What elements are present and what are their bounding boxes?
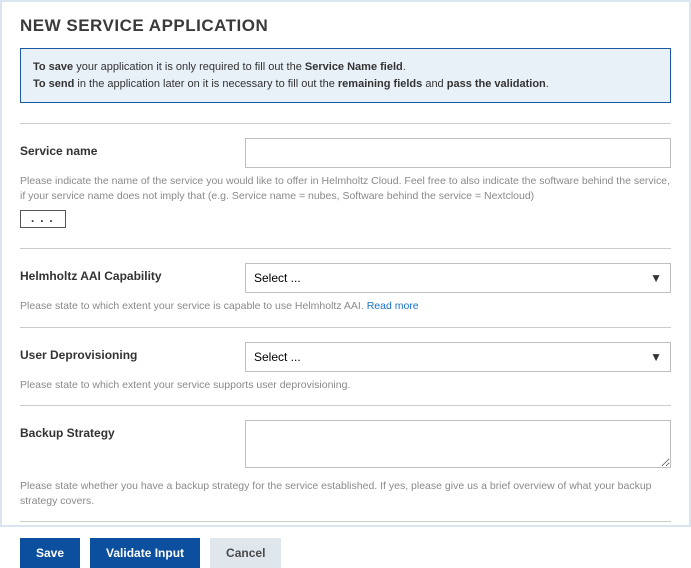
button-row: Save Validate Input Cancel [20, 538, 671, 568]
info-text: your application it is only required to … [73, 61, 305, 73]
info-text: . [546, 78, 549, 90]
section-service-name: Service name Please indicate the name of… [20, 138, 671, 236]
aai-select[interactable]: Select ... ▼ [245, 263, 671, 293]
info-text: . [403, 61, 406, 73]
backup-label: Backup Strategy [20, 420, 245, 440]
info-remaining-bold: remaining fields [338, 78, 422, 90]
divider [20, 521, 671, 522]
info-box: To save your application it is only requ… [20, 48, 671, 103]
info-text: and [422, 78, 446, 90]
aai-read-more-link[interactable]: Read more [367, 300, 419, 312]
chevron-down-icon: ▼ [650, 271, 662, 285]
info-send-bold: To send [33, 78, 74, 90]
chevron-down-icon: ▼ [650, 350, 662, 364]
collapse-toggle[interactable]: ... [20, 210, 66, 228]
info-save-bold: To save [33, 61, 73, 73]
save-button[interactable]: Save [20, 538, 80, 568]
divider [20, 248, 671, 249]
form-container: NEW SERVICE APPLICATION To save your app… [0, 0, 691, 527]
backup-help: Please state whether you have a backup s… [20, 479, 671, 509]
divider [20, 405, 671, 406]
deprov-label: User Deprovisioning [20, 342, 245, 362]
section-aai: Helmholtz AAI Capability Select ... ▼ Pl… [20, 263, 671, 314]
section-deprov: User Deprovisioning Select ... ▼ Please … [20, 342, 671, 393]
deprov-selected-value: Select ... [254, 350, 301, 364]
page-title: NEW SERVICE APPLICATION [20, 16, 671, 36]
service-name-help: Please indicate the name of the service … [20, 174, 671, 204]
ellipsis-icon: ... [29, 212, 57, 226]
info-validation-bold: pass the validation [447, 78, 546, 90]
deprov-help: Please state to which extent your servic… [20, 378, 671, 393]
cancel-button[interactable]: Cancel [210, 538, 281, 568]
backup-textarea[interactable] [245, 420, 671, 468]
aai-help: Please state to which extent your servic… [20, 299, 671, 314]
divider [20, 123, 671, 124]
service-name-input[interactable] [245, 138, 671, 168]
aai-selected-value: Select ... [254, 271, 301, 285]
section-backup: Backup Strategy Please state whether you… [20, 420, 671, 509]
validate-button[interactable]: Validate Input [90, 538, 200, 568]
deprov-select[interactable]: Select ... ▼ [245, 342, 671, 372]
divider [20, 327, 671, 328]
info-text: in the application later on it is necess… [74, 78, 338, 90]
aai-help-text: Please state to which extent your servic… [20, 300, 367, 312]
aai-label: Helmholtz AAI Capability [20, 263, 245, 283]
service-name-label: Service name [20, 138, 245, 158]
info-servicename-bold: Service Name field [305, 61, 403, 73]
